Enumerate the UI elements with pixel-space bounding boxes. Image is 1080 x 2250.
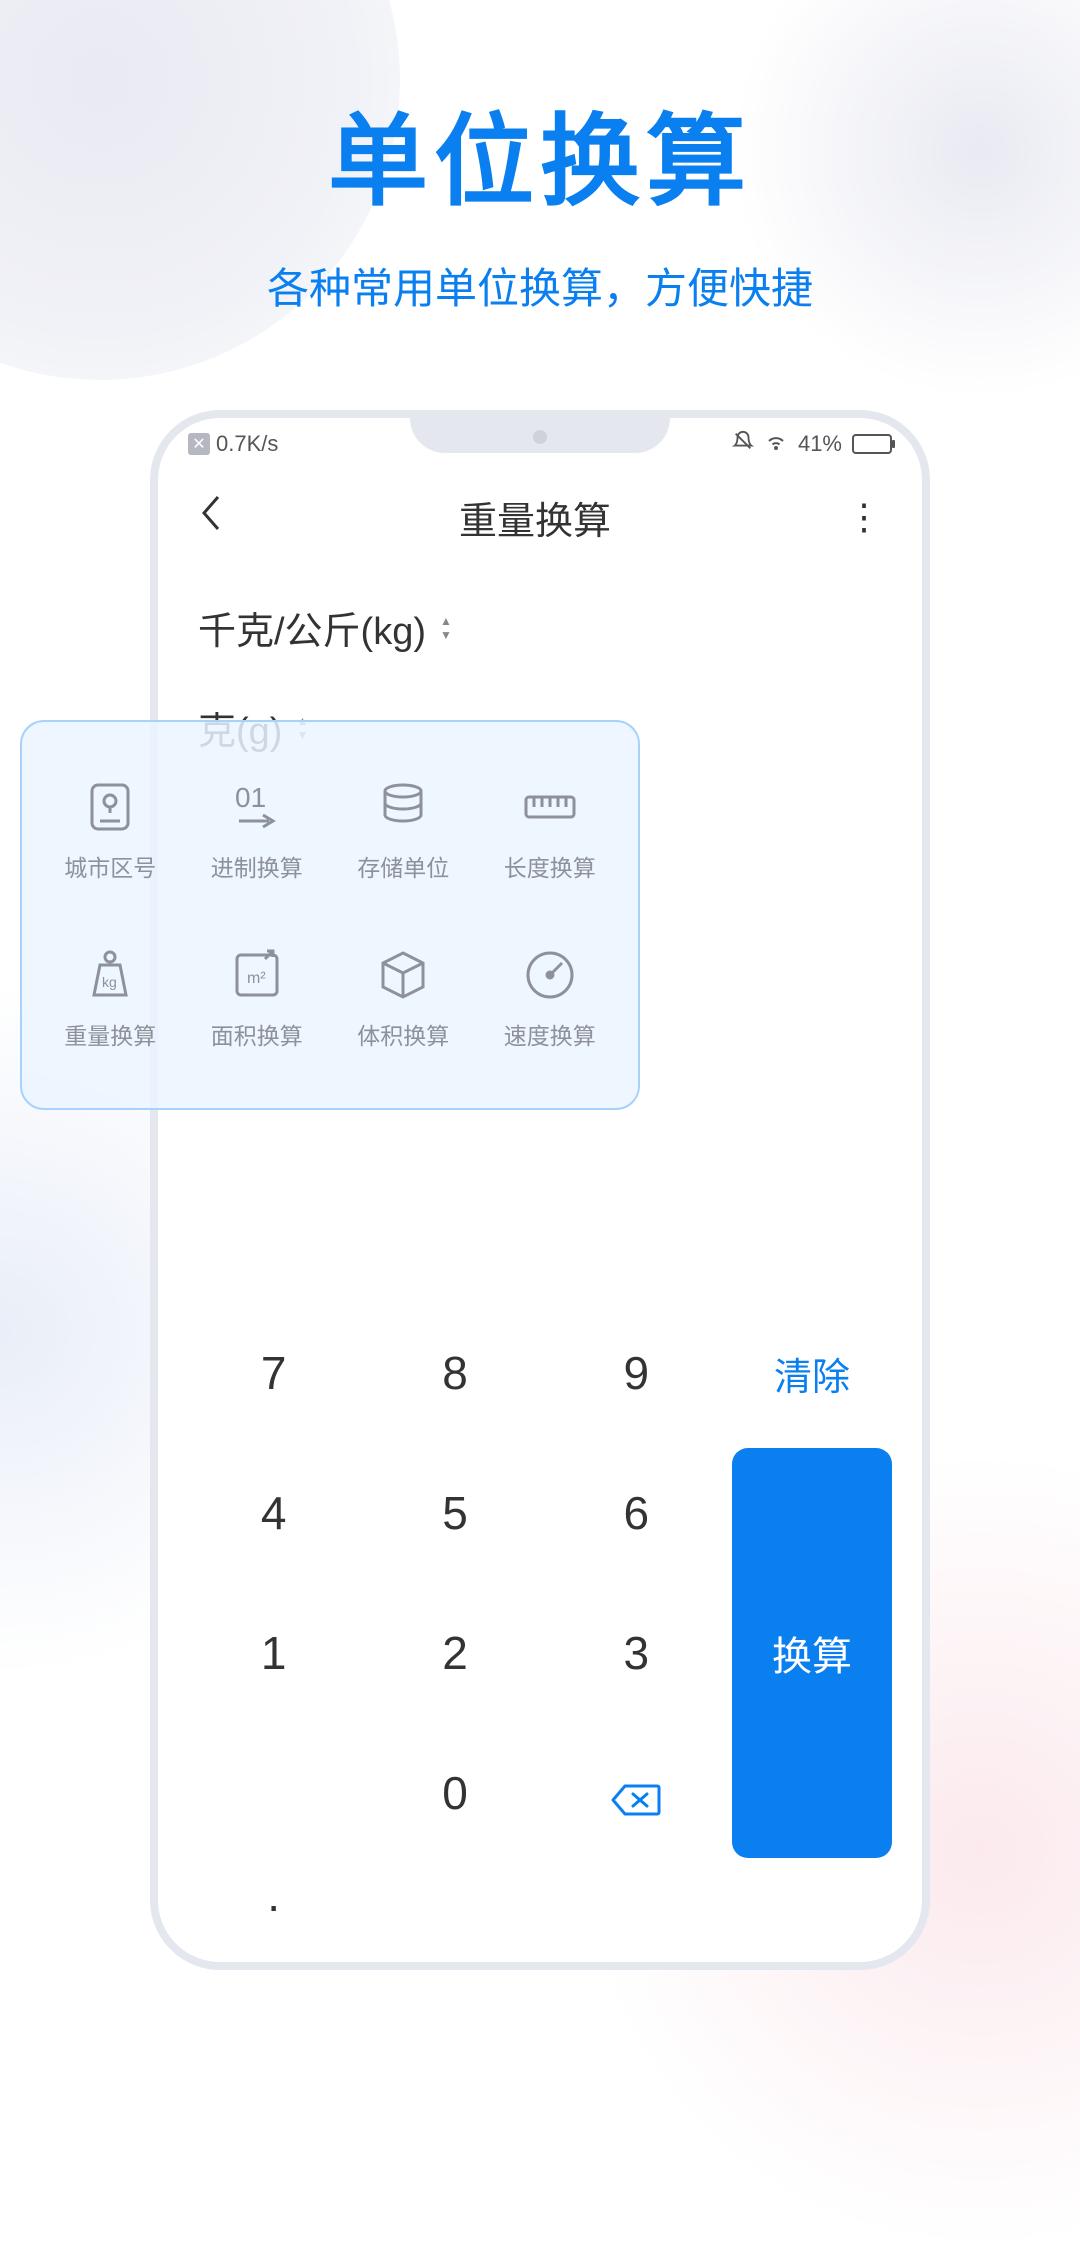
ov-label: 长度换算 [504, 849, 596, 883]
battery-pct: 41% [798, 431, 842, 457]
svg-text:01: 01 [235, 782, 266, 813]
svg-text:m²: m² [247, 970, 266, 987]
key-7[interactable]: 7 [188, 1308, 359, 1438]
svg-text:kg: kg [102, 974, 117, 990]
key-clear[interactable]: 清除 [732, 1308, 892, 1438]
key-dot[interactable]: . [188, 1868, 359, 1922]
area-icon: m² [229, 947, 285, 1003]
category-overlay: 城市区号 01 进制换算 存储单位 长度换算 kg 重量换算 m² 面积换算 体… [20, 720, 640, 1110]
ruler-icon [522, 779, 578, 835]
key-empty [188, 1728, 359, 1858]
phone-notch [410, 418, 670, 453]
more-button[interactable]: ⋮ [846, 510, 882, 524]
phone-frame: ✕ 0.7K/s 41% 重量换算 ⋮ 千克/公斤(kg) ▲▼ 克(g) ▲▼ [150, 410, 930, 1970]
key-5[interactable]: 5 [369, 1448, 540, 1578]
promo-subtitle: 各种常用单位换算，方便快捷 [0, 255, 1080, 316]
battery-icon [852, 434, 892, 454]
sort-icon: ▲▼ [440, 615, 452, 641]
ov-label: 速度换算 [504, 1017, 596, 1051]
ov-volume-convert[interactable]: 体积换算 [335, 920, 472, 1078]
close-indicator-icon: ✕ [188, 433, 210, 455]
key-9[interactable]: 9 [551, 1308, 722, 1438]
ov-weight-convert[interactable]: kg 重量换算 [42, 920, 179, 1078]
key-backspace[interactable] [551, 1728, 722, 1858]
ov-label: 面积换算 [211, 1017, 303, 1051]
page-title: 重量换算 [459, 490, 611, 545]
cube-icon [375, 947, 431, 1003]
key-2[interactable]: 2 [369, 1588, 540, 1718]
key-6[interactable]: 6 [551, 1448, 722, 1578]
gauge-icon [522, 947, 578, 1003]
ov-speed-convert[interactable]: 速度换算 [482, 920, 619, 1078]
ov-label: 重量换算 [64, 1017, 156, 1051]
net-speed: 0.7K/s [216, 431, 278, 457]
backspace-icon [611, 1775, 661, 1811]
key-3[interactable]: 3 [551, 1588, 722, 1718]
ov-city-code[interactable]: 城市区号 [42, 752, 179, 910]
ov-radix-convert[interactable]: 01 进制换算 [189, 752, 326, 910]
unit-from-selector[interactable]: 千克/公斤(kg) ▲▼ [158, 565, 922, 665]
ov-length-convert[interactable]: 长度换算 [482, 752, 619, 910]
ov-area-convert[interactable]: m² 面积换算 [189, 920, 326, 1078]
ov-storage-unit[interactable]: 存储单位 [335, 752, 472, 910]
mute-icon [732, 430, 754, 458]
binary-icon: 01 [229, 779, 285, 835]
app-bar: 重量换算 ⋮ [158, 460, 922, 565]
keypad: 7 8 9 清除 4 5 6 换算 1 2 3 0 . [158, 1308, 922, 1922]
convert-button[interactable]: 换算 [732, 1448, 892, 1858]
back-button[interactable] [198, 493, 224, 543]
key-4[interactable]: 4 [188, 1448, 359, 1578]
wifi-icon [764, 429, 788, 459]
ov-label: 体积换算 [357, 1017, 449, 1051]
unit-from-label: 千克/公斤(kg) [198, 600, 426, 655]
key-8[interactable]: 8 [369, 1308, 540, 1438]
location-pin-icon [82, 779, 138, 835]
key-1[interactable]: 1 [188, 1588, 359, 1718]
promo-title: 单位换算 [0, 80, 1080, 225]
ov-label: 存储单位 [357, 849, 449, 883]
ov-label: 进制换算 [211, 849, 303, 883]
key-0[interactable]: 0 [369, 1728, 540, 1858]
database-icon [375, 779, 431, 835]
ov-label: 城市区号 [64, 849, 156, 883]
weight-icon: kg [82, 947, 138, 1003]
